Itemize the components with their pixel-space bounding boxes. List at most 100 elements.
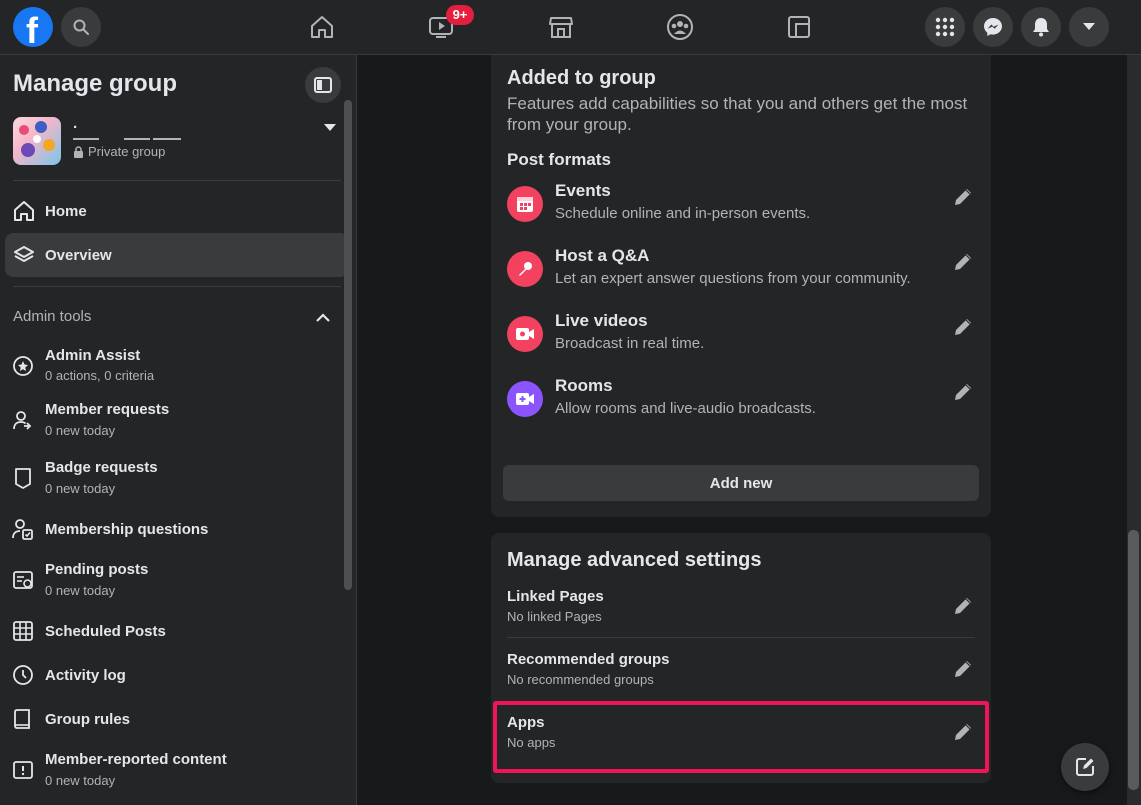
search-button[interactable] (61, 7, 101, 47)
tool-subtitle: 0 new today (45, 773, 116, 788)
feature-subtitle: Allow rooms and live-audio broadcasts. (555, 400, 816, 417)
tool-subtitle: 0 new today (45, 583, 116, 598)
settings-divider (507, 637, 975, 638)
sidebar-item-admin-assist[interactable]: Admin Assist 0 actions, 0 criteria (0, 345, 345, 389)
setting-linked-pages[interactable]: Linked Pages No linked Pages (491, 588, 991, 650)
tool-title: Admin Assist (45, 347, 141, 364)
gaming-nav-button[interactable] (782, 10, 816, 44)
manage-group-sidebar: Manage group · Private group Home Overvi… (0, 55, 357, 805)
edit-linked-pages-button[interactable] (949, 592, 977, 620)
feature-title: Live videos (555, 311, 648, 330)
feature-host-qa: Host a Q&A Let an expert answer question… (491, 246, 991, 302)
sidebar-item-pending-posts[interactable]: Pending posts 0 new today (0, 559, 345, 603)
sidebar-title: Manage group (13, 70, 178, 97)
tool-title: Activity log (45, 667, 126, 684)
added-to-group-card: Added to group Features add capabilities… (491, 55, 991, 517)
edit-rooms-button[interactable] (949, 378, 977, 406)
events-icon (507, 186, 543, 222)
facebook-logo[interactable]: f (13, 7, 53, 51)
menu-button[interactable] (925, 7, 965, 47)
pencil-icon (955, 254, 971, 270)
privacy-label: Private group (88, 144, 166, 159)
marketplace-nav-button[interactable] (544, 10, 578, 44)
group-switcher-caret-icon[interactable] (324, 124, 336, 131)
page-scrollbar-thumb[interactable] (1128, 530, 1139, 790)
sidebar-item-membership-questions[interactable]: Membership questions (0, 517, 345, 545)
pencil-icon (955, 189, 971, 205)
setting-subtitle: No linked Pages (507, 609, 602, 624)
layers-icon (14, 246, 34, 262)
chevron-up-icon (316, 312, 330, 322)
sidebar-scrollbar[interactable] (344, 100, 352, 590)
sidebar-divider (13, 286, 341, 287)
facebook-logo-letter: f (26, 10, 38, 51)
home-icon (311, 16, 333, 38)
home-icon (14, 201, 34, 221)
membership-questions-icon (12, 519, 33, 540)
account-button[interactable] (1069, 7, 1109, 47)
group-privacy: Private group (73, 144, 165, 159)
tool-title: Group rules (45, 711, 131, 728)
compose-icon (1076, 758, 1094, 776)
feature-subtitle: Broadcast in real time. (555, 335, 705, 352)
edit-events-button[interactable] (949, 183, 977, 211)
sidebar-item-group-rules[interactable]: Group rules (0, 707, 345, 735)
tool-subtitle: 0 new today (45, 423, 116, 438)
tool-title: Member-reported content (45, 751, 227, 768)
feature-subtitle: Schedule online and in-person events. (555, 205, 811, 222)
group-name[interactable]: · (73, 119, 78, 136)
collapse-admin-tools-button[interactable] (305, 299, 341, 335)
search-icon (73, 19, 89, 35)
feature-rooms: Rooms Allow rooms and live-audio broadca… (491, 376, 991, 432)
pencil-icon (955, 598, 971, 614)
edit-host-qa-button[interactable] (949, 248, 977, 276)
sidebar-item-label: Overview (45, 246, 112, 264)
new-message-button[interactable] (1061, 743, 1109, 791)
sidebar-item-home[interactable]: Home (5, 189, 348, 233)
tool-title: Pending posts (45, 561, 149, 578)
added-to-group-title: Added to group (507, 67, 656, 89)
sidebar-item-badge-requests[interactable]: Badge requests 0 new today (0, 457, 345, 501)
live-video-icon (507, 316, 543, 352)
badge-icon (15, 468, 31, 489)
feature-title: Events (555, 181, 611, 200)
setting-title: Linked Pages (507, 588, 604, 605)
home-nav-button[interactable] (305, 10, 339, 44)
edit-recommended-groups-button[interactable] (949, 655, 977, 683)
tool-subtitle: 0 actions, 0 criteria (45, 368, 155, 383)
rooms-icon (507, 381, 543, 417)
tool-title: Scheduled Posts (45, 623, 166, 640)
sidebar-item-scheduled-posts[interactable]: Scheduled Posts (0, 619, 345, 647)
feature-title: Host a Q&A (555, 246, 650, 265)
sidebar-item-activity-log[interactable]: Activity log (0, 663, 345, 691)
collapse-sidebar-button[interactable] (305, 67, 341, 103)
pencil-icon (955, 661, 971, 677)
pencil-icon (955, 384, 971, 400)
calendar-grid-icon (13, 621, 33, 641)
admin-assist-icon (13, 356, 33, 376)
feature-subtitle: Let an expert answer questions from your… (555, 270, 911, 287)
pending-posts-icon (13, 571, 33, 589)
marketplace-icon (549, 17, 573, 38)
sidebar-item-member-requests[interactable]: Member requests 0 new today (0, 399, 345, 443)
post-formats-heading: Post formats (507, 150, 611, 169)
notifications-button[interactable] (1021, 7, 1061, 47)
sidebar-item-member-reported-content[interactable]: Member-reported content 0 new today (0, 749, 345, 793)
add-person-icon (13, 411, 32, 430)
messenger-button[interactable] (973, 7, 1013, 47)
clock-icon (13, 665, 33, 685)
feature-title: Rooms (555, 376, 613, 395)
rules-book-icon (14, 709, 30, 729)
caret-down-icon (1083, 23, 1095, 30)
add-new-button[interactable]: Add new (503, 465, 979, 501)
feature-live-videos: Live videos Broadcast in real time. (491, 311, 991, 367)
feature-events: Events Schedule online and in-person eve… (491, 181, 991, 237)
sidebar-item-overview[interactable]: Overview (5, 233, 348, 277)
tool-title: Member requests (45, 401, 170, 418)
edit-live-videos-button[interactable] (949, 313, 977, 341)
groups-nav-button[interactable] (663, 10, 697, 44)
grid-menu-icon (935, 17, 955, 37)
group-avatar[interactable] (13, 117, 61, 165)
admin-tools-heading: Admin tools (13, 308, 92, 325)
setting-title: Recommended groups (507, 651, 670, 668)
